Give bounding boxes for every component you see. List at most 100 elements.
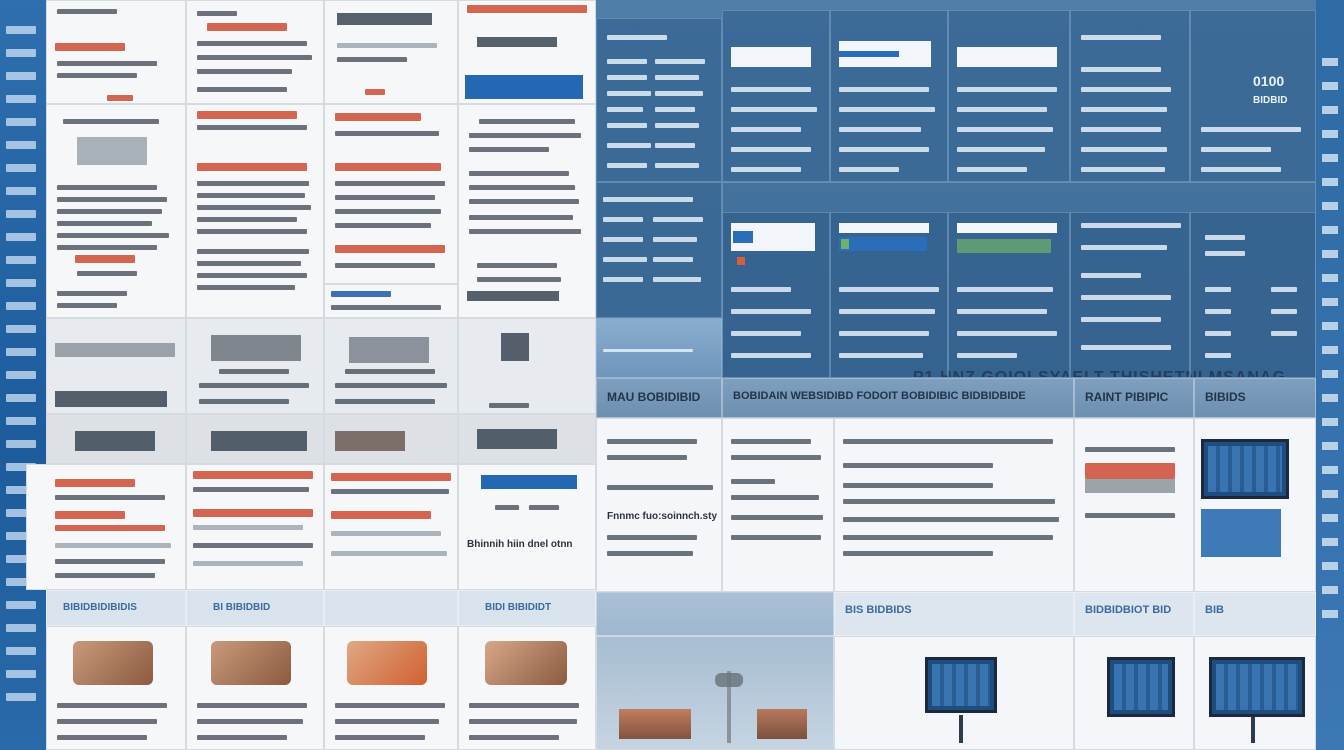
sidebar-mark xyxy=(6,348,36,356)
sidebar-mark xyxy=(6,302,36,310)
sidebar-mark xyxy=(1322,610,1338,618)
doc-card[interactable] xyxy=(458,104,596,318)
section-header: BIDBIDBIOT BID xyxy=(1074,592,1194,636)
sidebar-mark xyxy=(6,371,36,379)
sidebar-mark xyxy=(1322,586,1338,594)
dash-card[interactable] xyxy=(722,212,830,378)
section-header: BOBIDAIN WEBSIDIBD FODOIT BOBIDIBIC BIDB… xyxy=(722,378,1074,418)
doc-section-header: BI BIBIDBID xyxy=(186,590,324,626)
sidebar-mark xyxy=(1322,178,1338,186)
doc-card[interactable] xyxy=(186,414,324,464)
product-image xyxy=(757,709,807,739)
sidebar-mark xyxy=(1322,274,1338,282)
sidebar-mark xyxy=(1322,514,1338,522)
content-card[interactable] xyxy=(834,418,1074,592)
sidebar-mark xyxy=(6,72,36,80)
doc-card[interactable] xyxy=(324,414,458,464)
sidebar-mark xyxy=(1322,418,1338,426)
product-card[interactable] xyxy=(186,626,324,750)
doc-card[interactable] xyxy=(186,464,324,590)
section-header: BIB xyxy=(1194,592,1316,636)
content-card[interactable] xyxy=(722,418,834,592)
doc-card[interactable] xyxy=(458,318,596,414)
dash-card[interactable] xyxy=(722,10,830,182)
doc-card[interactable] xyxy=(324,318,458,414)
doc-card[interactable] xyxy=(46,104,186,318)
sidebar-mark xyxy=(6,26,36,34)
dash-card[interactable] xyxy=(596,318,722,378)
dash-card[interactable] xyxy=(948,10,1070,182)
image-card[interactable] xyxy=(834,636,1074,750)
sidebar-mark xyxy=(6,440,36,448)
doc-card[interactable] xyxy=(46,318,186,414)
content-card[interactable]: Fnnmc fuo:soinnch.sty xyxy=(596,418,722,592)
doc-card[interactable] xyxy=(186,318,324,414)
sidebar-mark xyxy=(1322,322,1338,330)
dash-card[interactable] xyxy=(1190,212,1316,378)
content-card[interactable] xyxy=(1074,418,1194,592)
doc-section-header: BIDI BIBIDIDT xyxy=(458,590,596,626)
dash-card[interactable]: 0100 BIDBID xyxy=(1190,10,1316,182)
doc-card[interactable] xyxy=(458,0,596,104)
sidebar-mark xyxy=(6,279,36,287)
sidebar-mark xyxy=(6,95,36,103)
sidebar-mark xyxy=(1322,562,1338,570)
doc-card[interactable] xyxy=(324,0,458,104)
product-image xyxy=(211,641,291,685)
doc-card[interactable] xyxy=(186,104,324,318)
product-image xyxy=(619,709,691,739)
image-card[interactable] xyxy=(1074,636,1194,750)
sidebar-mark xyxy=(1322,370,1338,378)
product-card[interactable] xyxy=(458,626,596,750)
image-card[interactable] xyxy=(596,636,834,750)
stat-label: BIDBID xyxy=(1253,95,1288,106)
sidebar-mark xyxy=(1322,538,1338,546)
sidebar-mark xyxy=(6,670,36,678)
sidebar-mark xyxy=(1322,58,1338,66)
monitor-image xyxy=(1107,657,1175,717)
sidebar-mark xyxy=(1322,106,1338,114)
dash-card[interactable] xyxy=(1070,10,1190,182)
dash-card[interactable] xyxy=(948,212,1070,378)
sidebar-mark xyxy=(1322,298,1338,306)
sidebar-mark xyxy=(1322,82,1338,90)
sidebar-mark xyxy=(6,256,36,264)
content-snippet: Fnnmc fuo:soinnch.sty xyxy=(607,511,717,522)
doc-card[interactable] xyxy=(324,284,458,318)
dash-card[interactable] xyxy=(596,182,722,318)
sidebar-mark xyxy=(1322,202,1338,210)
product-card[interactable] xyxy=(46,626,186,750)
image-card[interactable] xyxy=(1194,636,1316,750)
sidebar-mark xyxy=(1322,466,1338,474)
sidebar-mark xyxy=(6,624,36,632)
doc-card[interactable] xyxy=(458,414,596,464)
sidebar-mark xyxy=(1322,490,1338,498)
dash-card[interactable] xyxy=(1070,212,1190,378)
product-card[interactable] xyxy=(324,626,458,750)
doc-card[interactable]: Bhinnih hiin dnel otnn xyxy=(458,464,596,590)
doc-card[interactable] xyxy=(186,0,324,104)
sidebar-mark xyxy=(1322,346,1338,354)
section-header: BIS BIDBIDS xyxy=(834,592,1074,636)
sidebar-mark xyxy=(6,417,36,425)
doc-card[interactable] xyxy=(26,464,186,590)
sidebar-mark xyxy=(1322,250,1338,258)
doc-card[interactable] xyxy=(324,104,458,284)
document-grid: Bhinnih hiin dnel otnn BIBIDBIDIBIDIS BI… xyxy=(26,0,596,750)
sidebar-mark xyxy=(6,49,36,57)
monitor-image xyxy=(1201,439,1289,499)
sidebar-mark xyxy=(1322,442,1338,450)
right-sidebar xyxy=(1316,0,1344,750)
dash-card[interactable] xyxy=(596,18,722,182)
doc-card[interactable] xyxy=(46,414,186,464)
doc-card[interactable] xyxy=(46,0,186,104)
sidebar-mark xyxy=(6,601,36,609)
sidebar-mark xyxy=(6,164,36,172)
content-card[interactable] xyxy=(1194,418,1316,592)
dash-card[interactable] xyxy=(830,10,948,182)
doc-card[interactable] xyxy=(324,464,458,590)
left-sidebar xyxy=(0,0,46,750)
sidebar-mark xyxy=(6,693,36,701)
section-header: MAU BOBIDIBID xyxy=(596,378,722,418)
dash-card[interactable] xyxy=(830,212,948,378)
